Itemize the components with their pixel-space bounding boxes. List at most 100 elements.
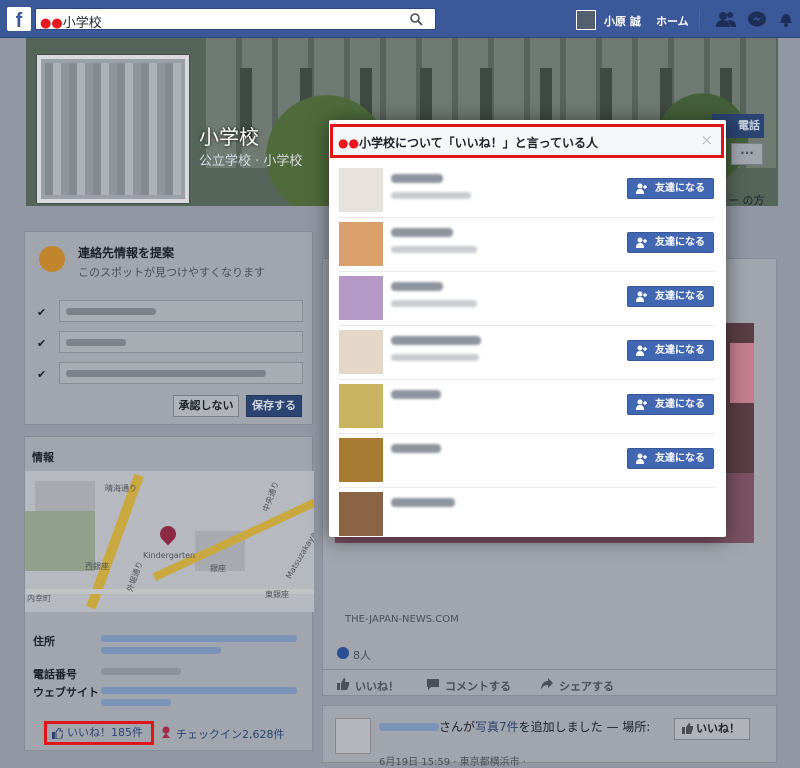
add-friend-button[interactable]: 友達になる [627,232,714,253]
post2-date[interactable]: 6月19日 15:59 · 東京都横浜市 · [379,753,526,768]
comment-button[interactable]: コメントする [427,678,511,694]
search-icon[interactable] [410,13,423,26]
decline-button[interactable]: 承認しない [173,395,239,417]
add-friend-button[interactable]: 友達になる [627,178,714,199]
blurred-name[interactable] [379,723,439,731]
share-button-label: シェアする [559,680,614,693]
blurred-text [66,339,126,346]
person-name[interactable] [391,174,443,183]
person-mutual-friends [391,300,477,307]
friend-requests-icon[interactable] [716,11,736,27]
website-value[interactable] [101,687,297,694]
person-name[interactable] [391,444,441,453]
add-friend-label: 友達になる [655,183,705,194]
avatar [576,10,596,30]
feed-post-2: さんが写真7件を追加しました — 場所: 6月19日 15:59 · 東京都横浜… [322,705,777,768]
person-avatar[interactable] [339,492,383,536]
map-pin-icon[interactable] [156,522,180,546]
comment-button-label: コメントする [445,680,511,693]
search-value: ●●小学校 [40,16,102,31]
person-mutual-friends [391,192,471,199]
share-icon [541,678,553,690]
person-name[interactable] [391,498,455,507]
likes-dialog: ●●小学校について「いいね！」と言っている人 × 友達になる 友達になる 友達になる… [329,120,726,537]
like-button[interactable]: いいね！ [337,678,399,694]
post-like-count[interactable]: 8人 [337,647,371,663]
like-reaction-icon [337,647,349,659]
person-name[interactable] [391,336,481,345]
checkmark-icon[interactable]: ✔ [37,337,46,350]
address-value[interactable] [101,647,221,654]
person-avatar[interactable] [339,330,383,374]
person-row: 友達になる [339,380,715,434]
checkins-link[interactable]: チェックイン2,628件 [158,726,285,742]
link-source[interactable]: THE-JAPAN-NEWS.COM [345,614,459,625]
map-label: 東銀座 [265,590,289,599]
map-label: 銀座 [210,564,226,573]
website-label: ウェブサイト [33,686,99,699]
thumbs-up-icon [52,728,63,739]
person-row: 友達になる [339,434,715,488]
post2-like-button[interactable]: いいね！ [674,718,750,740]
suggest-field-1[interactable] [59,300,303,322]
owl-icon [39,246,65,272]
person-avatar[interactable] [339,222,383,266]
add-friend-button[interactable]: 友達になる [627,340,714,361]
person-row: 友達になる [339,326,715,380]
person-name[interactable] [391,390,441,399]
checkmark-icon[interactable]: ✔ [37,306,46,319]
more-options-button[interactable]: ··· [731,143,763,165]
close-icon[interactable]: × [700,131,713,149]
address-value[interactable] [101,635,297,642]
search-input[interactable]: ●●小学校 [35,8,436,31]
person-avatar[interactable] [339,276,383,320]
photos-link[interactable]: 写真7件 [475,720,519,734]
profile-picture[interactable] [37,55,189,203]
comment-icon [427,679,439,690]
map[interactable]: 晴海通り Kindergarten 銀座 外堀通り 内幸町 中央通り 東銀座 M… [25,471,314,612]
dialog-title: ●●小学校について「いいね！」と言っている人 [338,136,598,150]
website-value[interactable] [101,699,171,706]
save-button[interactable]: 保存する [246,395,302,417]
checkmark-icon[interactable]: ✔ [37,368,46,381]
add-friend-icon [636,237,647,248]
suggest-subtitle: このスポットが見つけやすくなります [78,266,265,279]
phone-value [101,668,181,675]
add-friend-button[interactable]: 友達になる [627,394,714,415]
dialog-header: ●●小学校について「いいね！」と言っている人 × [330,124,724,158]
home-link[interactable]: ホーム [656,13,689,29]
map-label: Kindergarten [143,551,196,560]
person-name[interactable] [391,228,453,237]
person-avatar[interactable] [339,384,383,428]
suggest-field-3[interactable] [59,362,303,384]
info-card: 情報 晴海通り Kindergarten 銀座 外堀通り 内幸町 中央通り 東銀… [24,436,314,751]
page-flag-icon [335,718,371,754]
map-label: Matsuzakaya [284,530,314,581]
person-name[interactable] [391,282,443,291]
user-name: 小原 誠 [604,15,641,28]
share-button[interactable]: シェアする [541,678,614,694]
phone-label: 電話番号 [33,668,77,681]
post2-headline: さんが写真7件を追加しました — 場所: [379,718,650,735]
post-actions: いいね！ コメントする シェアする [323,669,778,697]
add-friend-button[interactable]: 友達になる [627,448,714,469]
map-label: 内幸町 [27,594,51,603]
add-friend-label: 友達になる [655,345,705,356]
person-mutual-friends [391,246,477,253]
checkins-text: チェックイン2,628件 [176,728,285,741]
info-header: 情報 [32,451,54,464]
notifications-icon[interactable] [776,11,796,27]
suggest-field-2[interactable] [59,331,303,353]
map-label: 西銀座 [85,562,109,571]
suggest-title: 連絡先情報を提案 [78,246,175,260]
add-friend-button[interactable]: 友達になる [627,286,714,307]
messenger-icon[interactable] [747,11,767,27]
person-avatar[interactable] [339,438,383,482]
address-label: 住所 [33,635,55,648]
add-friend-icon [636,291,647,302]
person-row: 友達になる [339,272,715,326]
likes-count-link[interactable]: いいね！185件 [44,721,154,745]
facebook-logo-icon[interactable]: f [7,7,31,32]
person-avatar[interactable] [339,168,383,212]
nav-divider [699,9,700,29]
